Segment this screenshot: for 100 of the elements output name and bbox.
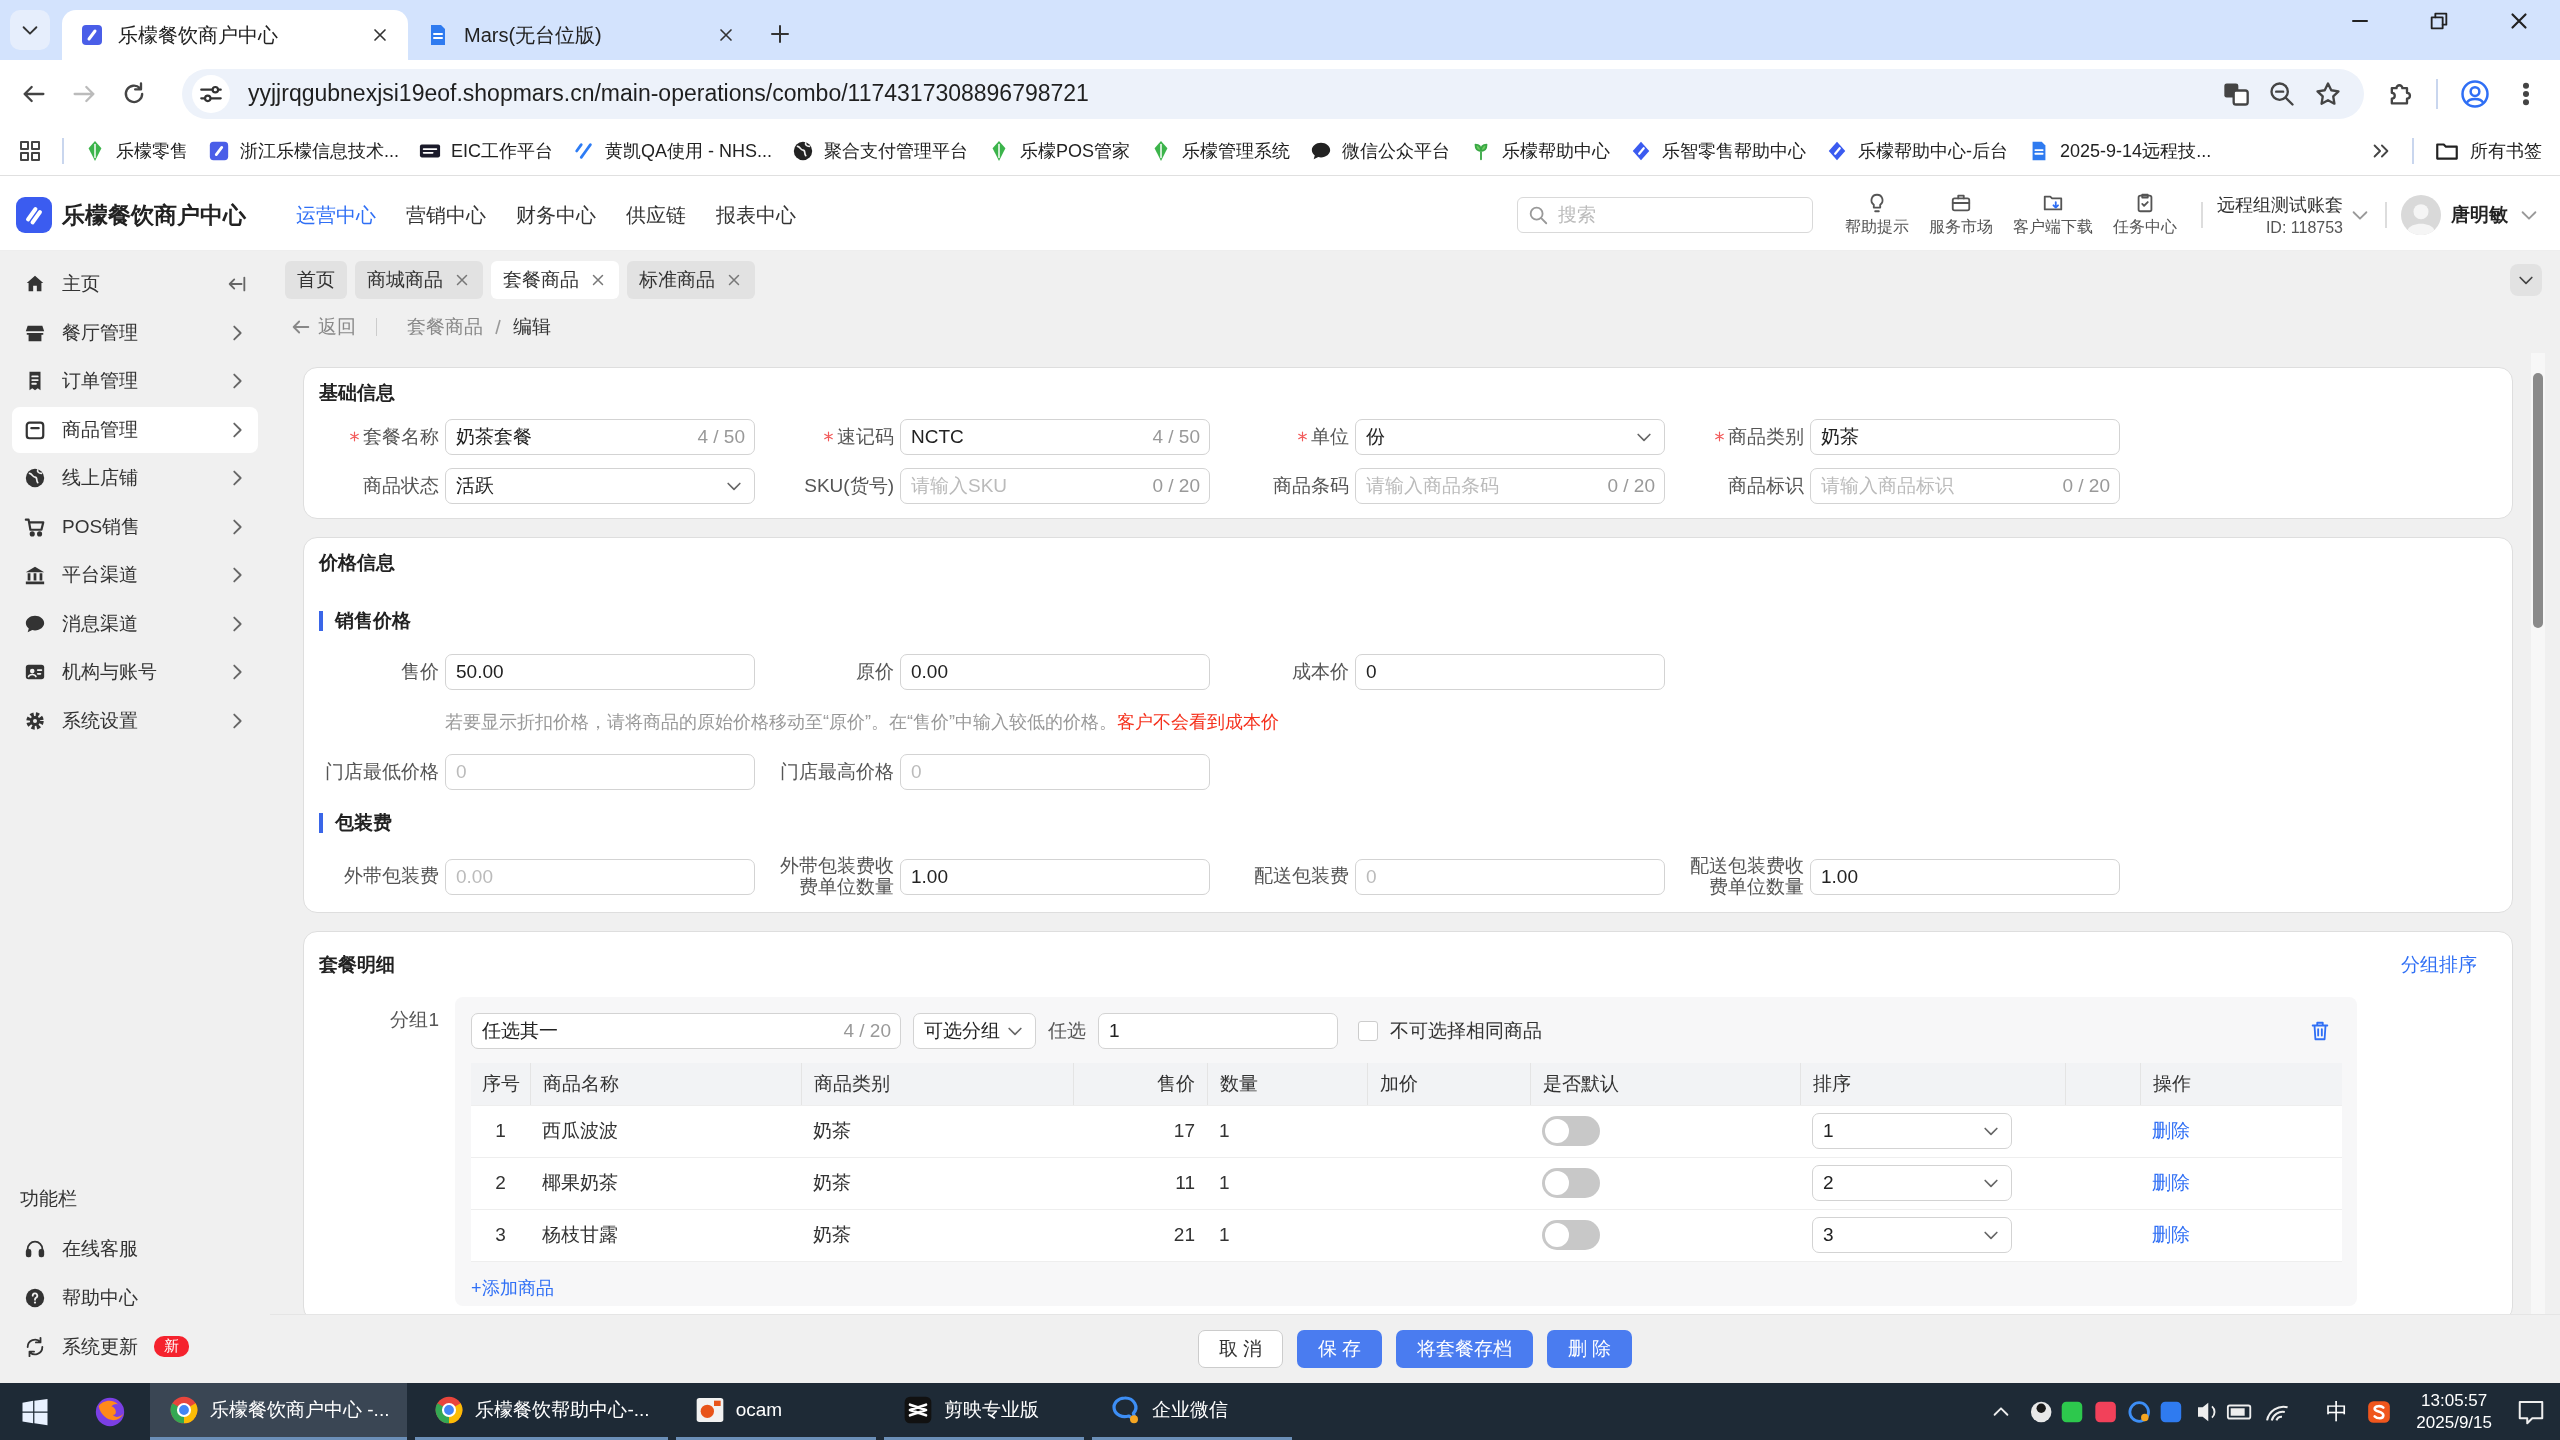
bookmark[interactable]: 聚合支付管理平台 [792, 139, 969, 163]
sidebar-item[interactable]: 餐厅管理 [12, 309, 258, 356]
select-field[interactable]: 3 [1812, 1217, 2012, 1254]
text-field[interactable]: 1.00 [900, 858, 1210, 895]
column-header: 加价 [1380, 1071, 1418, 1096]
text-field[interactable]: 奶茶 [1810, 419, 2120, 455]
bookmark[interactable]: 乐檬POS管家 [988, 139, 1131, 163]
bookmark[interactable]: 乐檬零售 [84, 139, 188, 163]
text-field[interactable]: 0 [445, 754, 755, 790]
nav-item[interactable]: 运营中心 [296, 201, 376, 229]
sidebar-item[interactable]: 线上店铺 [12, 455, 258, 501]
input-method-icon[interactable] [2366, 1398, 2393, 1425]
action-button[interactable]: 保 存 [1296, 1330, 1383, 1368]
text-field[interactable]: 50.00 [445, 654, 755, 690]
toggle-switch[interactable] [1542, 1220, 1600, 1251]
browser-tab[interactable]: Mars(无台位版) [408, 10, 754, 60]
profile-icon[interactable] [2460, 78, 2490, 109]
bookmark[interactable]: 微信公众平台 [1310, 139, 1451, 163]
address-bar[interactable]: yyjjrqgubnexjsi19eof.shopmars.cn/main-operations/combo/1174317308896798721 [182, 68, 2364, 119]
select-field[interactable]: 活跃 [445, 468, 755, 504]
taskbar-item[interactable]: 企业微信 [1091, 1383, 1292, 1440]
sidebar-item[interactable]: 主页 [12, 261, 258, 307]
bookmark[interactable]: 2025-9-14远程技... [2028, 139, 2212, 163]
nav-item[interactable]: 财务中心 [516, 201, 596, 229]
sidebar-item[interactable]: POS销售 [12, 503, 258, 550]
text-field[interactable]: 0 [1355, 858, 1665, 895]
restore-icon[interactable] [2428, 10, 2450, 32]
bookmark[interactable]: 浙江乐檬信息技术... [208, 139, 399, 163]
table-cell: 11 [1175, 1172, 1195, 1195]
delete-link[interactable]: 删除 [2152, 1118, 2190, 1145]
bookmark[interactable]: 黄凯QA使用 - NHS... [573, 139, 773, 163]
bookmarks-folder[interactable]: 所有书签 [2434, 138, 2542, 164]
text-field[interactable]: 0.00 [445, 858, 755, 895]
group-sort-link[interactable]: 分组排序 [2401, 951, 2477, 978]
bookmark[interactable]: 乐檬管理系统 [1150, 139, 1291, 163]
checkbox[interactable] [1358, 1020, 1378, 1041]
star-icon[interactable] [2314, 79, 2342, 108]
page-tab[interactable]: 首页 [285, 261, 347, 299]
sidebar-item[interactable]: 平台渠道 [12, 552, 258, 598]
taskbar-item[interactable]: 乐檬餐饮商户中心 -... [150, 1383, 408, 1440]
tab-list-button[interactable] [10, 10, 50, 50]
toolbar-button[interactable]: 帮助提示 [1845, 192, 1909, 238]
text-field[interactable]: 0 [1355, 654, 1665, 690]
action-button[interactable]: 将套餐存档 [1396, 1330, 1534, 1368]
delete-link[interactable]: 删除 [2152, 1222, 2190, 1249]
taskbar-item[interactable]: ocam [675, 1383, 876, 1440]
select-field[interactable]: 1 [1812, 1113, 2012, 1150]
function-item[interactable]: 在线客服 [12, 1224, 258, 1273]
function-item[interactable]: 帮助中心 [12, 1273, 258, 1322]
text-field[interactable]: 0.00 [900, 654, 1210, 690]
toolbar-button[interactable]: 服务市场 [1929, 192, 1993, 238]
expand-button[interactable] [2510, 264, 2542, 296]
section-title: 功能栏 [19, 1187, 78, 1211]
add-item-link[interactable]: +添加商品 [471, 1275, 554, 1306]
taskbar-item[interactable]: 乐檬餐饮帮助中心-... [415, 1383, 668, 1440]
table-cell: 1 [1219, 1224, 1230, 1247]
field-label: 商品标识 [1728, 475, 1804, 497]
sidebar-item[interactable]: 订单管理 [12, 358, 258, 404]
page-tab[interactable]: 商城商品 [355, 261, 483, 299]
delete-link[interactable]: 删除 [2152, 1170, 2190, 1197]
group-label: 分组1 [389, 1007, 439, 1032]
scrollbar[interactable] [2531, 353, 2545, 1314]
sidebar-item[interactable]: 商品管理 [12, 406, 258, 453]
select-field[interactable]: 2 [1812, 1165, 2012, 1202]
select-field[interactable]: 可选分组 [913, 1012, 1036, 1049]
page-tab[interactable]: 标准商品 [627, 261, 755, 299]
sidebar-item[interactable]: 系统设置 [12, 697, 258, 744]
clock[interactable]: 13:05:57 2025/9/15 [2416, 1390, 2492, 1433]
bookmark[interactable]: EIC工作平台 [419, 139, 554, 163]
nav-item[interactable]: 供应链 [626, 201, 686, 229]
apps-icon[interactable] [18, 139, 42, 163]
column-header: 商品类别 [814, 1071, 890, 1096]
search-field[interactable]: 搜索 [1517, 197, 1813, 233]
nav-item[interactable]: 报表中心 [716, 201, 796, 229]
tune-icon[interactable] [192, 74, 230, 113]
taskbar-item[interactable]: 剪映专业版 [883, 1383, 1084, 1440]
toggle-switch[interactable] [1542, 1116, 1600, 1147]
function-item[interactable]: 系统更新 新 [12, 1322, 258, 1371]
sidebar-item[interactable]: 消息渠道 [12, 600, 258, 647]
page-tab[interactable]: 套餐商品 [491, 261, 619, 299]
text-field[interactable]: 1.00 [1810, 858, 2120, 895]
browser-tab[interactable]: 乐檬餐饮商户中心 [62, 10, 408, 60]
action-button[interactable]: 取 消 [1197, 1330, 1283, 1368]
table-cell-text: 奶茶 [813, 1119, 851, 1144]
sidebar-item[interactable]: 机构与账号 [12, 649, 258, 695]
toolbar-button[interactable]: 任务中心 [2113, 192, 2177, 238]
bookmark[interactable]: 乐檬帮助中心-后台 [1826, 139, 2009, 163]
plus-icon[interactable] [768, 22, 792, 46]
trash-icon[interactable] [2309, 1019, 2331, 1042]
select-field[interactable]: 份 [1355, 419, 1665, 455]
input-mode[interactable]: 中 [2326, 1396, 2349, 1427]
bookmark[interactable]: 乐智零售帮助中心 [1630, 139, 1807, 163]
action-button[interactable]: 删 除 [1547, 1330, 1633, 1368]
toggle-switch[interactable] [1542, 1168, 1600, 1199]
bookmark[interactable]: 乐檬帮助中心 [1470, 139, 1611, 163]
text-field[interactable]: 1 [1098, 1012, 1338, 1049]
toolbar-button[interactable]: 客户端下载 [2013, 192, 2093, 238]
zoom-out-icon[interactable] [2268, 79, 2296, 108]
text-field[interactable]: 0 [900, 754, 1210, 790]
nav-item[interactable]: 营销中心 [406, 201, 486, 229]
